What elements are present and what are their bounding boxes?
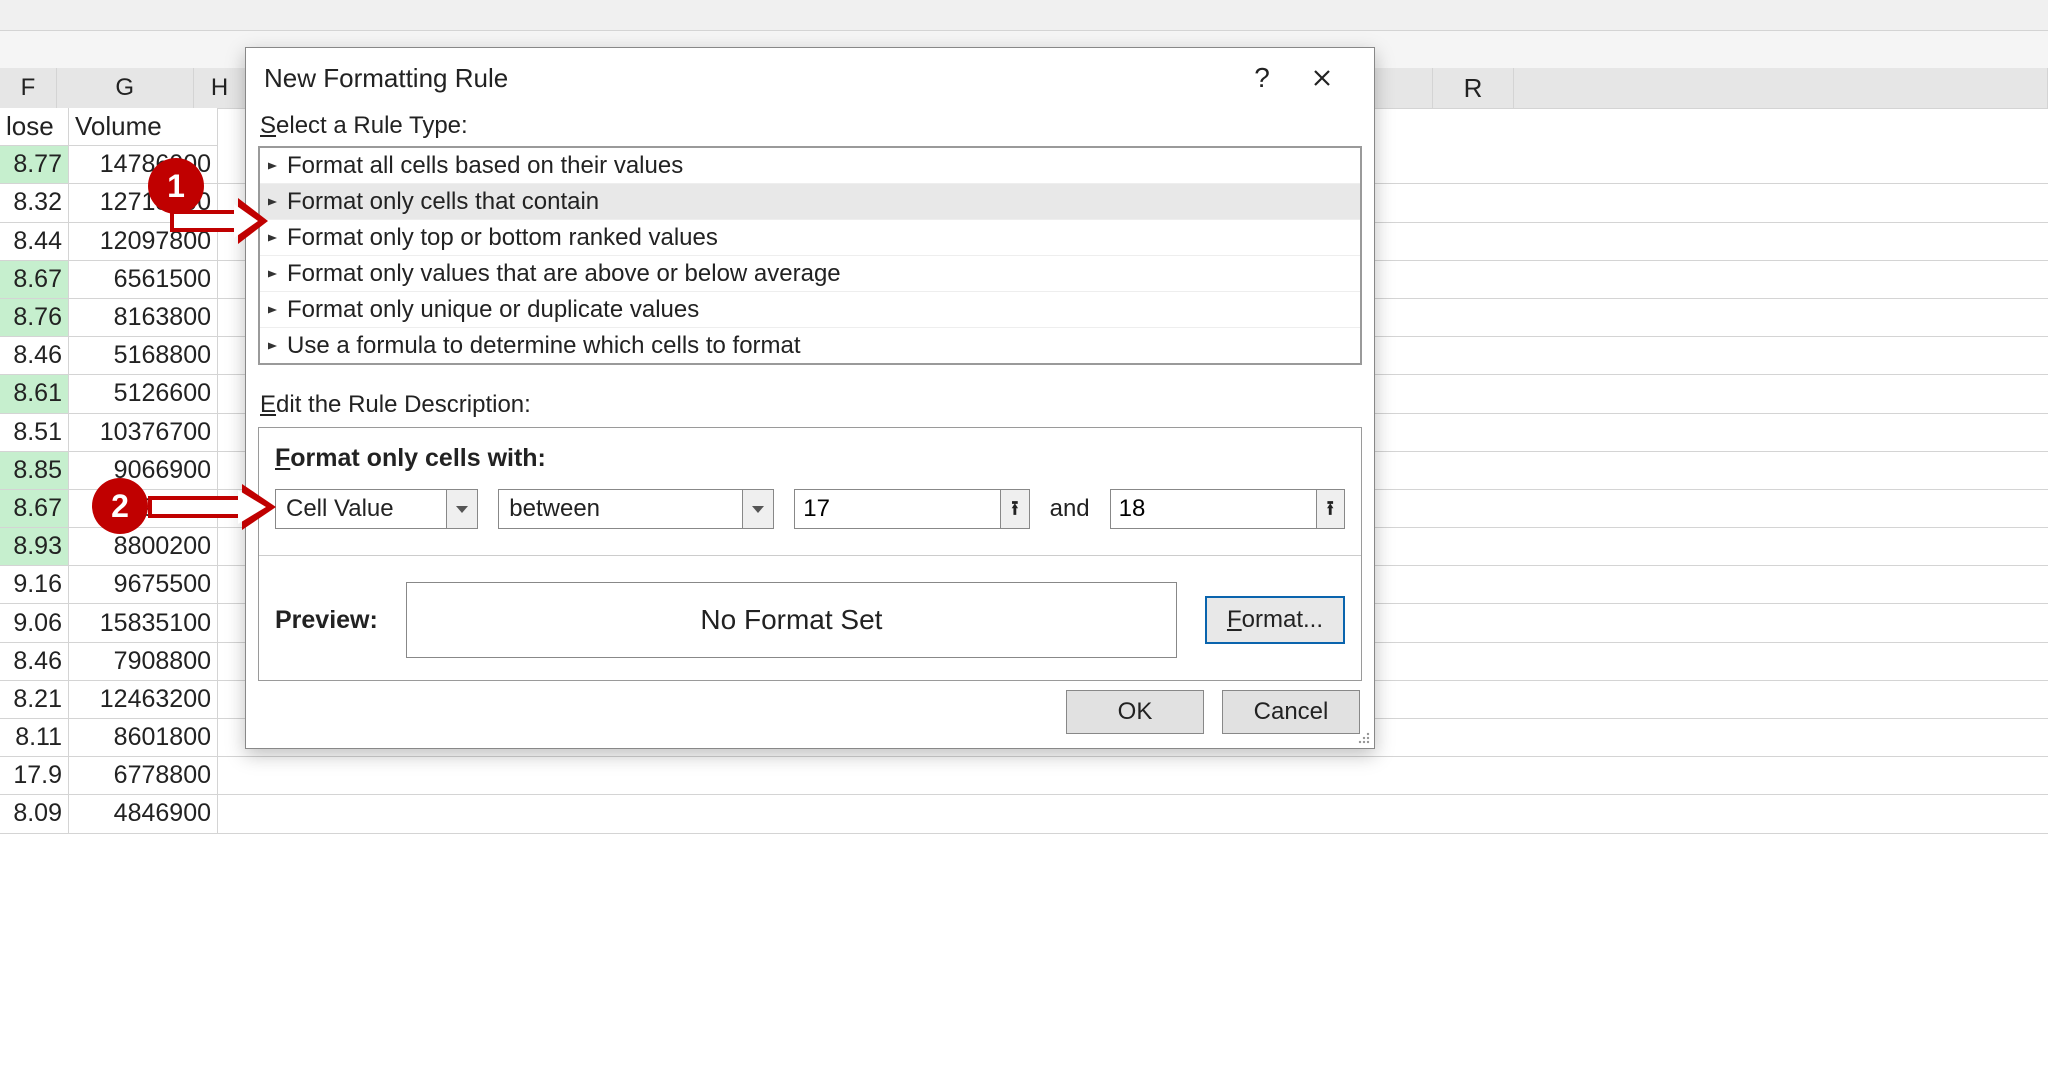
callout-badge-1: 1 xyxy=(148,158,204,214)
close-cell[interactable]: 17.9 xyxy=(0,757,69,794)
operator-dropdown[interactable]: between xyxy=(498,489,774,529)
table-row: 8.094846900 xyxy=(0,795,2048,833)
preview-box: No Format Set xyxy=(406,582,1177,658)
edit-rule-description-label: Edit the Rule Description: xyxy=(260,391,1360,419)
close-cell[interactable]: 8.11 xyxy=(0,719,69,756)
help-icon[interactable]: ? xyxy=(1232,58,1292,98)
value2-collapse-icon[interactable]: ⭱ xyxy=(1316,490,1345,528)
rule-type-item[interactable]: Use a formula to determine which cells t… xyxy=(260,328,1360,363)
volume-cell[interactable]: 7908800 xyxy=(69,643,218,680)
header-close-cell[interactable]: lose xyxy=(0,108,69,145)
close-cell[interactable]: 8.46 xyxy=(0,643,69,680)
format-button[interactable]: Format... xyxy=(1205,596,1345,644)
column-header-R[interactable]: R xyxy=(1432,68,1514,109)
criteria-row: Cell Value between ⭱ and ⭱ xyxy=(275,489,1345,529)
close-cell[interactable]: 8.44 xyxy=(0,223,69,260)
rule-type-label: Format only cells that contain xyxy=(287,188,599,216)
close-cell[interactable]: 8.09 xyxy=(0,795,69,832)
basis-value: Cell Value xyxy=(286,495,446,523)
header-volume-cell[interactable]: Volume xyxy=(69,108,218,145)
ribbon-placeholder xyxy=(0,0,2048,31)
preview-label: Preview: xyxy=(275,606,378,635)
rule-type-list[interactable]: Format all cells based on their values Fo… xyxy=(258,146,1362,365)
close-cell[interactable]: 9.06 xyxy=(0,604,69,641)
rule-pointer-icon xyxy=(268,162,277,169)
resize-grip-icon[interactable] xyxy=(1356,730,1372,746)
basis-chevron-down-icon[interactable] xyxy=(446,490,477,528)
rule-type-item[interactable]: Format only values that are above or bel… xyxy=(260,256,1360,292)
value2-input[interactable] xyxy=(1111,495,1316,523)
rule-type-item[interactable]: Format only cells that contain xyxy=(260,184,1360,220)
table-row: 17.96778800 xyxy=(0,757,2048,795)
ok-button[interactable]: OK xyxy=(1066,690,1204,734)
dialog-title: New Formatting Rule xyxy=(264,63,1232,94)
select-rule-type-label: Select a Rule Type: xyxy=(260,112,1360,140)
rule-type-label: Format all cells based on their values xyxy=(287,152,683,180)
volume-cell[interactable]: 5126600 xyxy=(69,375,218,412)
volume-cell[interactable]: 15835100 xyxy=(69,604,218,641)
volume-cell[interactable]: 8601800 xyxy=(69,719,218,756)
new-formatting-rule-dialog: New Formatting Rule ? Select a Rule Type… xyxy=(245,47,1375,749)
close-cell[interactable]: 8.67 xyxy=(0,490,69,527)
value1-collapse-icon[interactable]: ⭱ xyxy=(1000,490,1029,528)
rule-type-label: Format only top or bottom ranked values xyxy=(287,224,718,252)
and-label: and xyxy=(1050,495,1090,523)
dialog-titlebar[interactable]: New Formatting Rule ? xyxy=(246,48,1374,108)
data-header-row: lose Volume xyxy=(0,108,218,146)
column-header-H[interactable]: H xyxy=(194,68,247,108)
column-header-F[interactable]: F xyxy=(0,68,57,108)
volume-cell[interactable]: 6561500 xyxy=(69,261,218,298)
close-cell[interactable]: 8.51 xyxy=(0,414,69,451)
preview-row: Preview: No Format Set Format... xyxy=(275,582,1345,658)
volume-cell[interactable]: 12463200 xyxy=(69,681,218,718)
format-only-cells-with-label: Format only cells with: xyxy=(275,444,1345,473)
volume-cell[interactable]: 9675500 xyxy=(69,566,218,603)
value1-input[interactable] xyxy=(795,495,1000,523)
close-cell[interactable]: 8.85 xyxy=(0,452,69,489)
rule-type-item[interactable]: Format all cells based on their values xyxy=(260,148,1360,184)
rule-pointer-icon xyxy=(268,342,277,349)
close-cell[interactable]: 8.61 xyxy=(0,375,69,412)
value2-refedit[interactable]: ⭱ xyxy=(1110,489,1345,529)
rule-type-label: Use a formula to determine which cells t… xyxy=(287,332,801,360)
divider xyxy=(259,555,1361,556)
rule-type-label: Format only unique or duplicate values xyxy=(287,296,699,324)
rule-type-item[interactable]: Format only unique or duplicate values xyxy=(260,292,1360,328)
close-cell[interactable]: 8.76 xyxy=(0,299,69,336)
close-cell[interactable]: 8.67 xyxy=(0,261,69,298)
close-cell[interactable]: 8.93 xyxy=(0,528,69,565)
close-cell[interactable]: 9.16 xyxy=(0,566,69,603)
close-cell[interactable]: 8.32 xyxy=(0,184,69,221)
rule-type-item[interactable]: Format only top or bottom ranked values xyxy=(260,220,1360,256)
rule-type-label: Format only values that are above or bel… xyxy=(287,260,841,288)
callout-arrow-2 xyxy=(140,478,280,538)
rule-pointer-icon xyxy=(268,270,277,277)
volume-cell[interactable]: 4846900 xyxy=(69,795,218,832)
callout-badge-2: 2 xyxy=(92,478,148,534)
dialog-button-row: OK Cancel xyxy=(1066,690,1360,734)
volume-cell[interactable]: 5168800 xyxy=(69,337,218,374)
volume-cell[interactable]: 6778800 xyxy=(69,757,218,794)
rule-pointer-icon xyxy=(268,306,277,313)
close-cell[interactable]: 8.46 xyxy=(0,337,69,374)
cancel-button[interactable]: Cancel xyxy=(1222,690,1360,734)
volume-cell[interactable]: 10376700 xyxy=(69,414,218,451)
close-icon[interactable] xyxy=(1292,58,1352,98)
volume-cell[interactable]: 8163800 xyxy=(69,299,218,336)
basis-dropdown[interactable]: Cell Value xyxy=(275,489,478,529)
value1-refedit[interactable]: ⭱ xyxy=(794,489,1029,529)
close-cell[interactable]: 8.77 xyxy=(0,146,69,183)
operator-chevron-down-icon[interactable] xyxy=(742,490,773,528)
operator-value: between xyxy=(509,495,742,523)
close-cell[interactable]: 8.21 xyxy=(0,681,69,718)
rule-description-panel: Format only cells with: Cell Value betwe… xyxy=(258,427,1362,681)
column-header-G[interactable]: G xyxy=(57,68,194,108)
